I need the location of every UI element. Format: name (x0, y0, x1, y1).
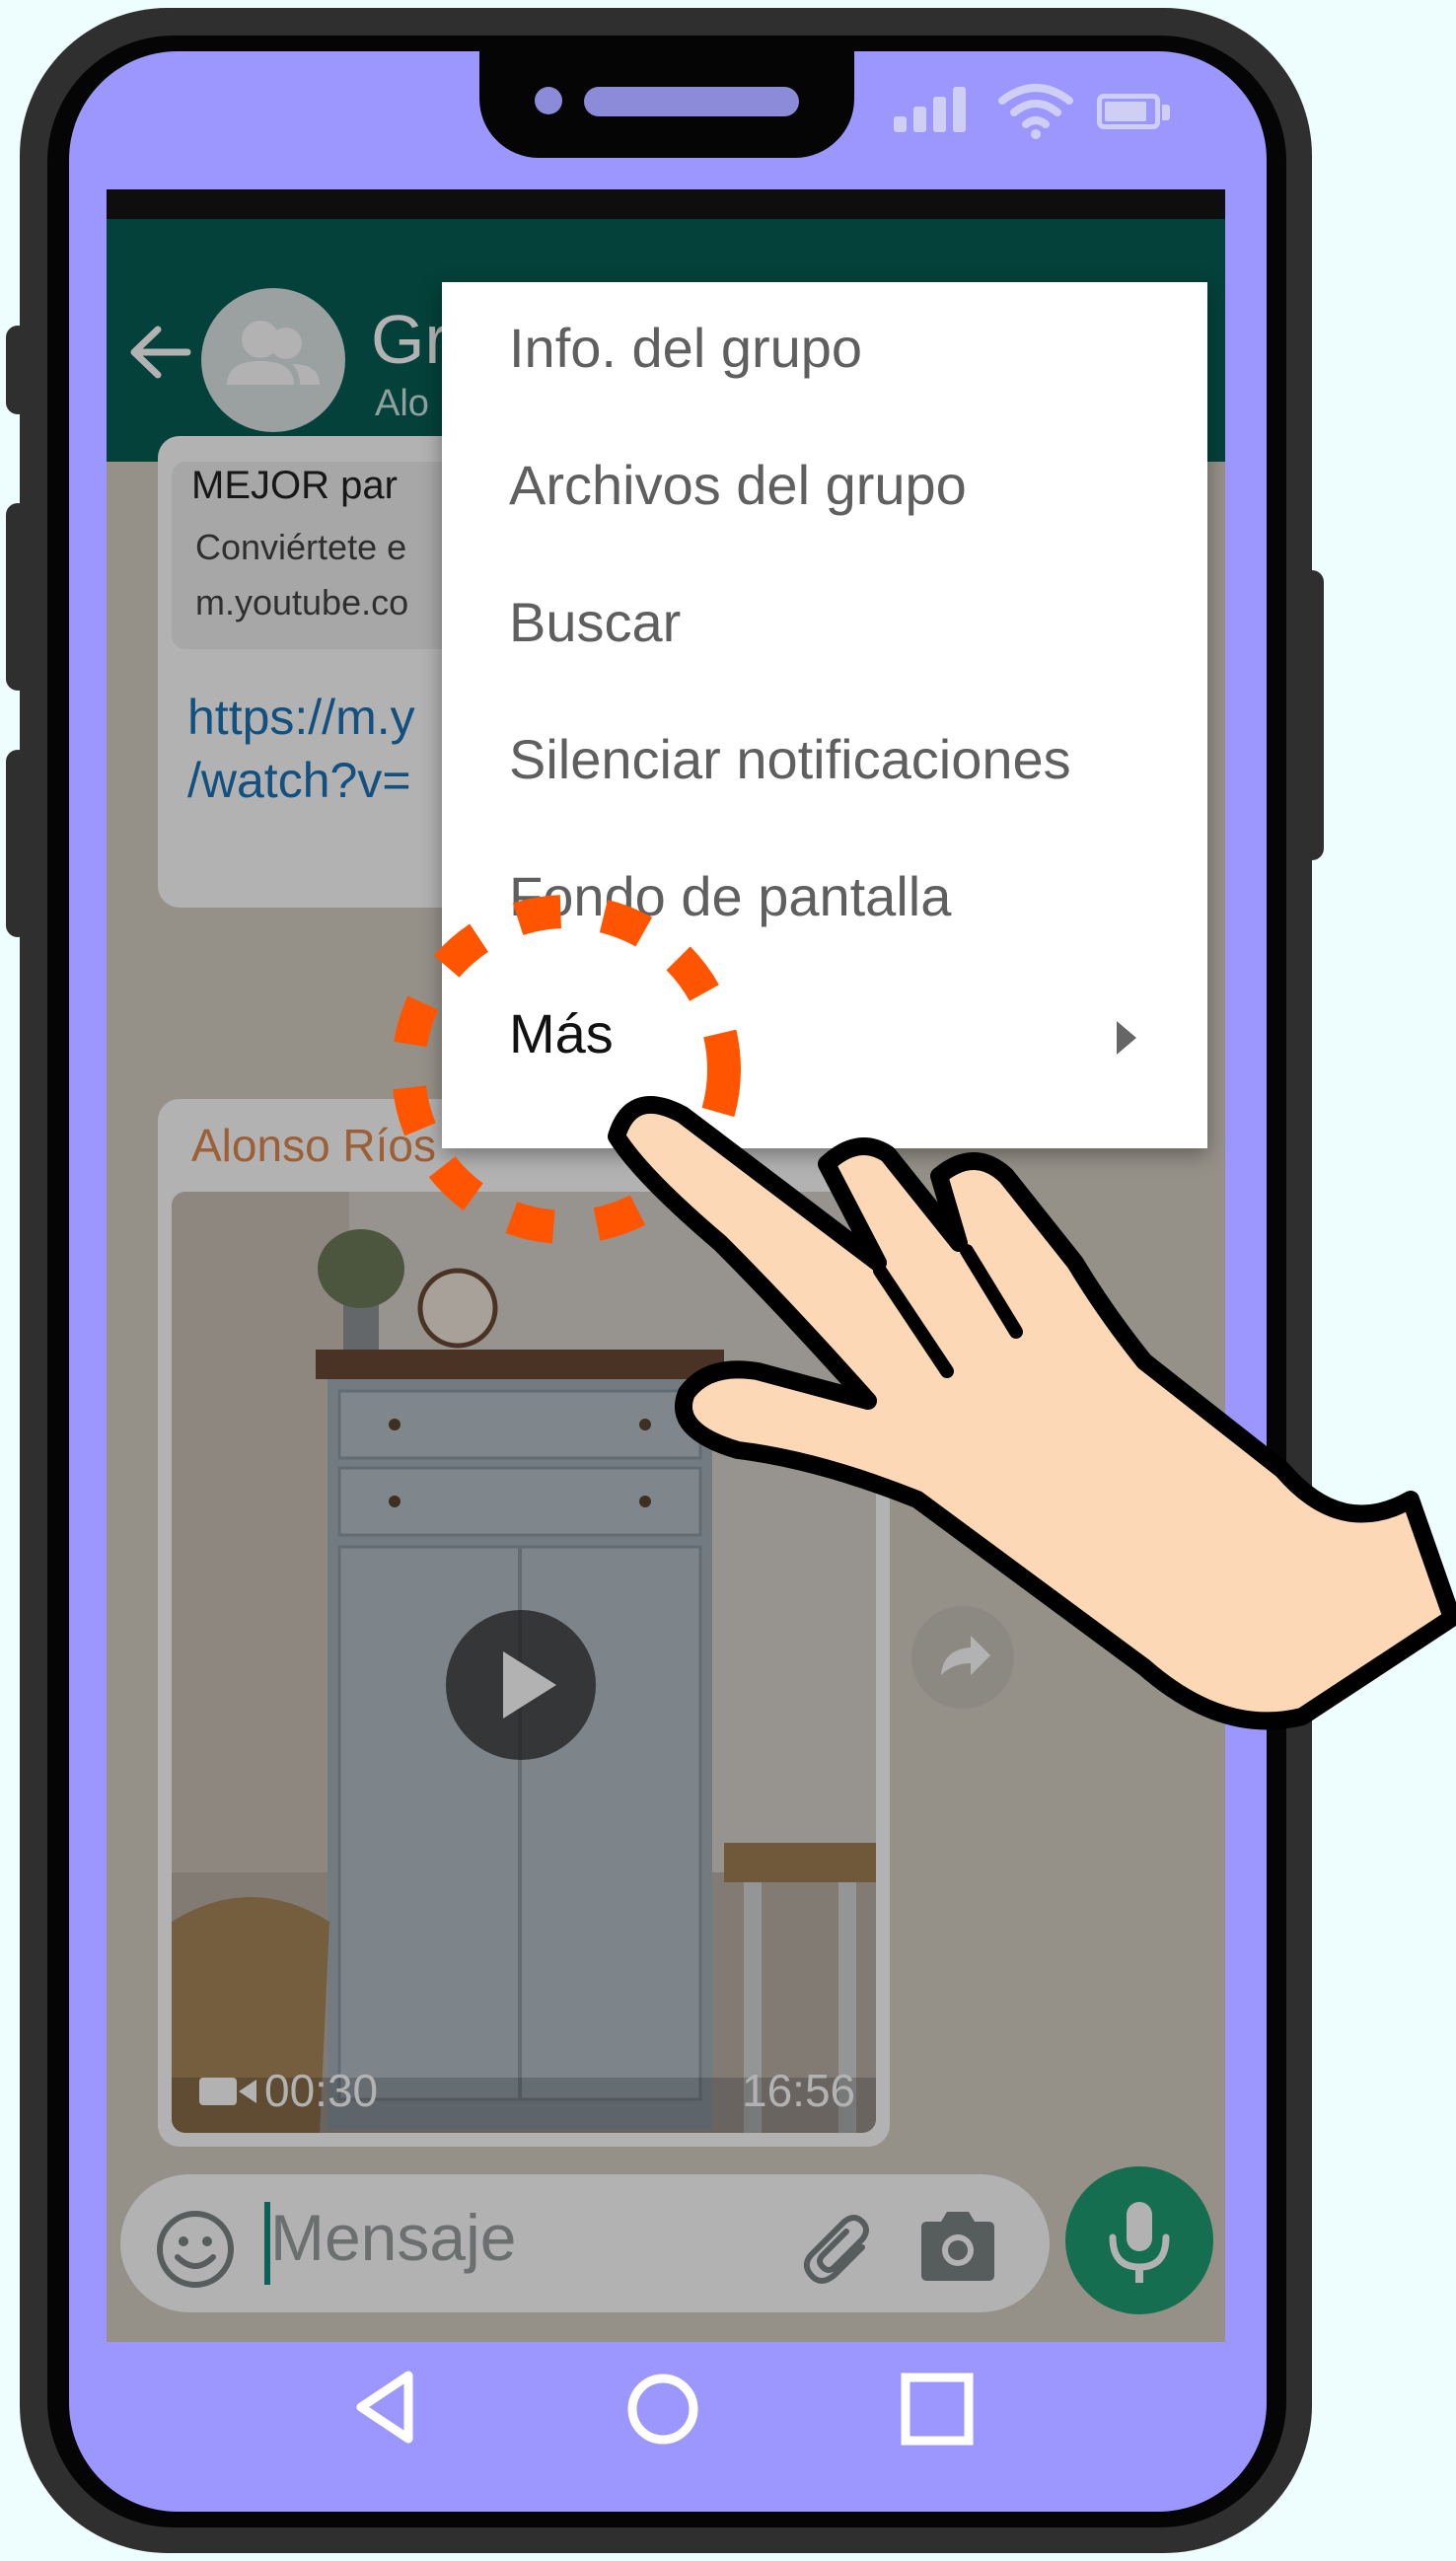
nav-home-icon[interactable] (625, 2372, 700, 2447)
pointing-hand-icon (608, 1096, 1456, 1730)
phone-volume-down-button (6, 750, 30, 937)
signal-icon (894, 87, 973, 132)
front-camera (535, 87, 562, 114)
menu-item-mute-notifications[interactable]: Silenciar notificaciones (442, 694, 1207, 830)
menu-item-label: Silenciar notificaciones (509, 728, 1071, 790)
battery-tip (1162, 105, 1170, 120)
battery-level (1105, 102, 1146, 121)
nav-back-icon[interactable] (351, 2368, 416, 2447)
phone-volume-up-button (6, 503, 30, 691)
earpiece-speaker (584, 87, 799, 116)
submenu-arrow-icon (1117, 1021, 1136, 1055)
menu-item-label: Archivos del grupo (509, 454, 967, 516)
nav-recents-icon[interactable] (900, 2372, 975, 2447)
menu-item-search[interactable]: Buscar (442, 556, 1207, 693)
menu-item-label: Buscar (509, 591, 682, 653)
menu-item-group-info[interactable]: Info. del grupo (442, 282, 1207, 418)
wifi-icon (998, 84, 1073, 139)
menu-item-label: Info. del grupo (509, 317, 863, 379)
phone-power-button (1300, 570, 1324, 860)
phone-side-button (6, 326, 30, 414)
menu-item-group-files[interactable]: Archivos del grupo (442, 419, 1207, 555)
